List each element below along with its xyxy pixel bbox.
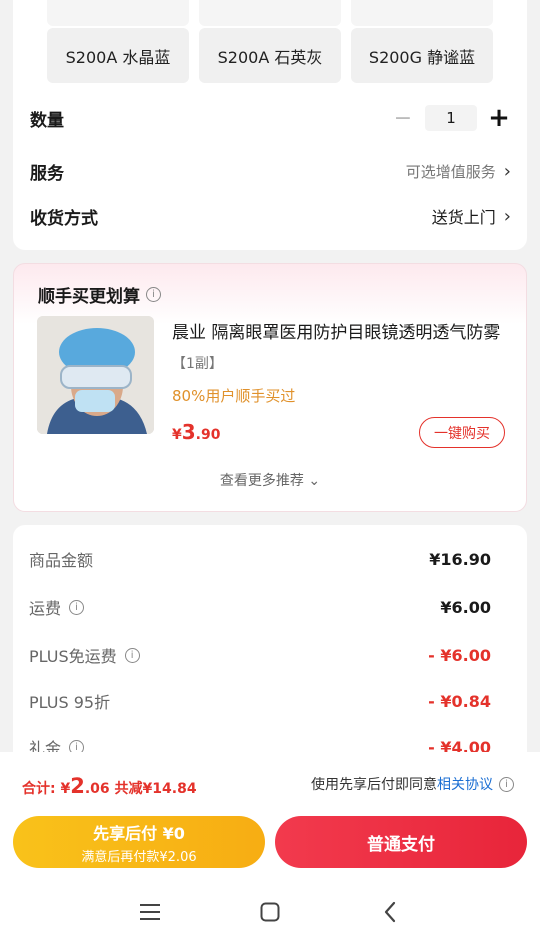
menu-icon[interactable]	[135, 897, 165, 927]
pay-later-title: 先享后付 ¥0	[93, 823, 185, 843]
delivery-row[interactable]: 收货方式 送货上门 ›	[30, 201, 511, 231]
agreement-notice: 使用先享后付即同意相关协议 i	[311, 774, 514, 794]
pay-later-subtitle: 满意后再付款¥2.06	[81, 849, 197, 865]
product-spec: 【1副】	[172, 356, 223, 372]
delivery-value: 送货上门 ›	[432, 204, 511, 228]
info-icon[interactable]: i	[69, 599, 85, 615]
product-hint: 80%用户顺手买过	[172, 387, 296, 405]
delivery-value-text: 送货上门	[431, 208, 496, 227]
order-options-card: S200A 水晶蓝 S200A 石英灰 S200G 静谧蓝 数量 − 1 + 服…	[13, 0, 527, 250]
quantity-row: 数量 − 1 +	[30, 103, 511, 133]
plus-button[interactable]: +	[487, 103, 511, 133]
product-photo-illustration	[37, 316, 154, 434]
checkout-bar: 合计: ¥2.06 共减¥14.84 使用先享后付即同意相关协议 i 先享后付 …	[0, 752, 540, 936]
price-value: ¥16.90	[429, 549, 491, 569]
order-total: 合计: ¥2.06 共减¥14.84	[22, 774, 197, 798]
normal-pay-button[interactable]: 普通支付	[275, 816, 527, 868]
info-icon[interactable]: i	[146, 287, 161, 302]
product-image[interactable]	[37, 316, 154, 434]
price-label: PLUS 95折	[29, 689, 110, 713]
chevron-right-icon: ›	[503, 205, 511, 227]
more-recommendations-link[interactable]: 查看更多推荐 ⌄	[14, 470, 526, 490]
variant-ghost	[47, 0, 189, 26]
total-decimal: .06	[84, 781, 110, 797]
price-label-text: PLUS免运费	[29, 647, 117, 666]
product-price: ¥3.90	[172, 420, 220, 444]
pay-later-button[interactable]: 先享后付 ¥0 满意后再付款¥2.06	[13, 816, 265, 868]
price-label: 运费 i	[29, 595, 85, 619]
variant-selector: S200A 水晶蓝 S200A 石英灰 S200G 静谧蓝	[47, 0, 493, 84]
product-name[interactable]: 晨业 隔离眼罩医用防护目眼镜透明透气防雾	[172, 318, 502, 343]
price-details-card: 商品金额 ¥16.90 运费 i ¥6.00 PLUS免运费 i - ¥6.00 P…	[13, 525, 527, 765]
total-prefix: 合计: ¥	[22, 781, 71, 797]
variant-ghost	[199, 0, 341, 26]
service-row[interactable]: 服务 可选增值服务 ›	[30, 156, 511, 186]
system-nav-bar	[0, 888, 540, 936]
service-value-text: 可选增值服务	[405, 162, 496, 181]
info-icon[interactable]: i	[499, 776, 514, 792]
variant-ghost	[351, 0, 493, 26]
price-label: PLUS免运费 i	[29, 643, 140, 667]
price-row: PLUS 95折 - ¥0.84	[29, 689, 491, 713]
price-row: PLUS免运费 i - ¥6.00	[29, 643, 491, 667]
price-row: 运费 i ¥6.00	[29, 595, 491, 619]
total-saved: 共减¥14.84	[114, 781, 197, 797]
variant-option-1[interactable]: S200A 水晶蓝	[47, 28, 189, 83]
agreement-text: 使用先享后付即同意	[311, 777, 437, 793]
minus-button[interactable]: −	[391, 106, 415, 131]
price-value: ¥6.00	[440, 597, 491, 617]
one-click-buy-button[interactable]: 一键购买	[419, 417, 505, 448]
price-label-text: 运费	[29, 599, 62, 618]
quantity-label: 数量	[30, 110, 64, 131]
price-label: 商品金额	[29, 547, 93, 571]
recommend-title-text: 顺手买更划算	[38, 287, 140, 307]
recommend-card: 顺手买更划算 i 晨业 隔离眼罩医用防护目眼镜透明透气防雾 【1副】 80%用户…	[13, 263, 527, 512]
price-row: 商品金额 ¥16.90	[29, 547, 491, 571]
price-value: - ¥6.00	[428, 645, 491, 665]
agreement-link[interactable]: 相关协议	[437, 777, 493, 793]
price-decimal: .90	[195, 427, 221, 443]
quantity-stepper: − 1 +	[391, 103, 511, 133]
chevron-right-icon: ›	[503, 160, 511, 182]
back-icon[interactable]	[375, 897, 405, 927]
delivery-label: 收货方式	[30, 208, 98, 229]
price-integer: 3	[181, 420, 196, 444]
price-currency: ¥	[172, 427, 182, 443]
variant-option-2[interactable]: S200A 石英灰	[199, 28, 341, 83]
recommend-title: 顺手买更划算 i	[38, 282, 161, 307]
price-value: - ¥0.84	[428, 691, 491, 711]
variant-option-3[interactable]: S200G 静谧蓝	[351, 28, 493, 83]
price-label-text: PLUS 95折	[29, 693, 111, 712]
quantity-input[interactable]: 1	[425, 105, 477, 131]
info-icon[interactable]: i	[124, 647, 140, 663]
home-icon[interactable]	[255, 897, 285, 927]
price-label-text: 商品金额	[29, 551, 94, 570]
total-integer: 2	[70, 774, 85, 798]
service-value: 可选增值服务 ›	[406, 161, 511, 182]
service-label: 服务	[30, 163, 64, 184]
